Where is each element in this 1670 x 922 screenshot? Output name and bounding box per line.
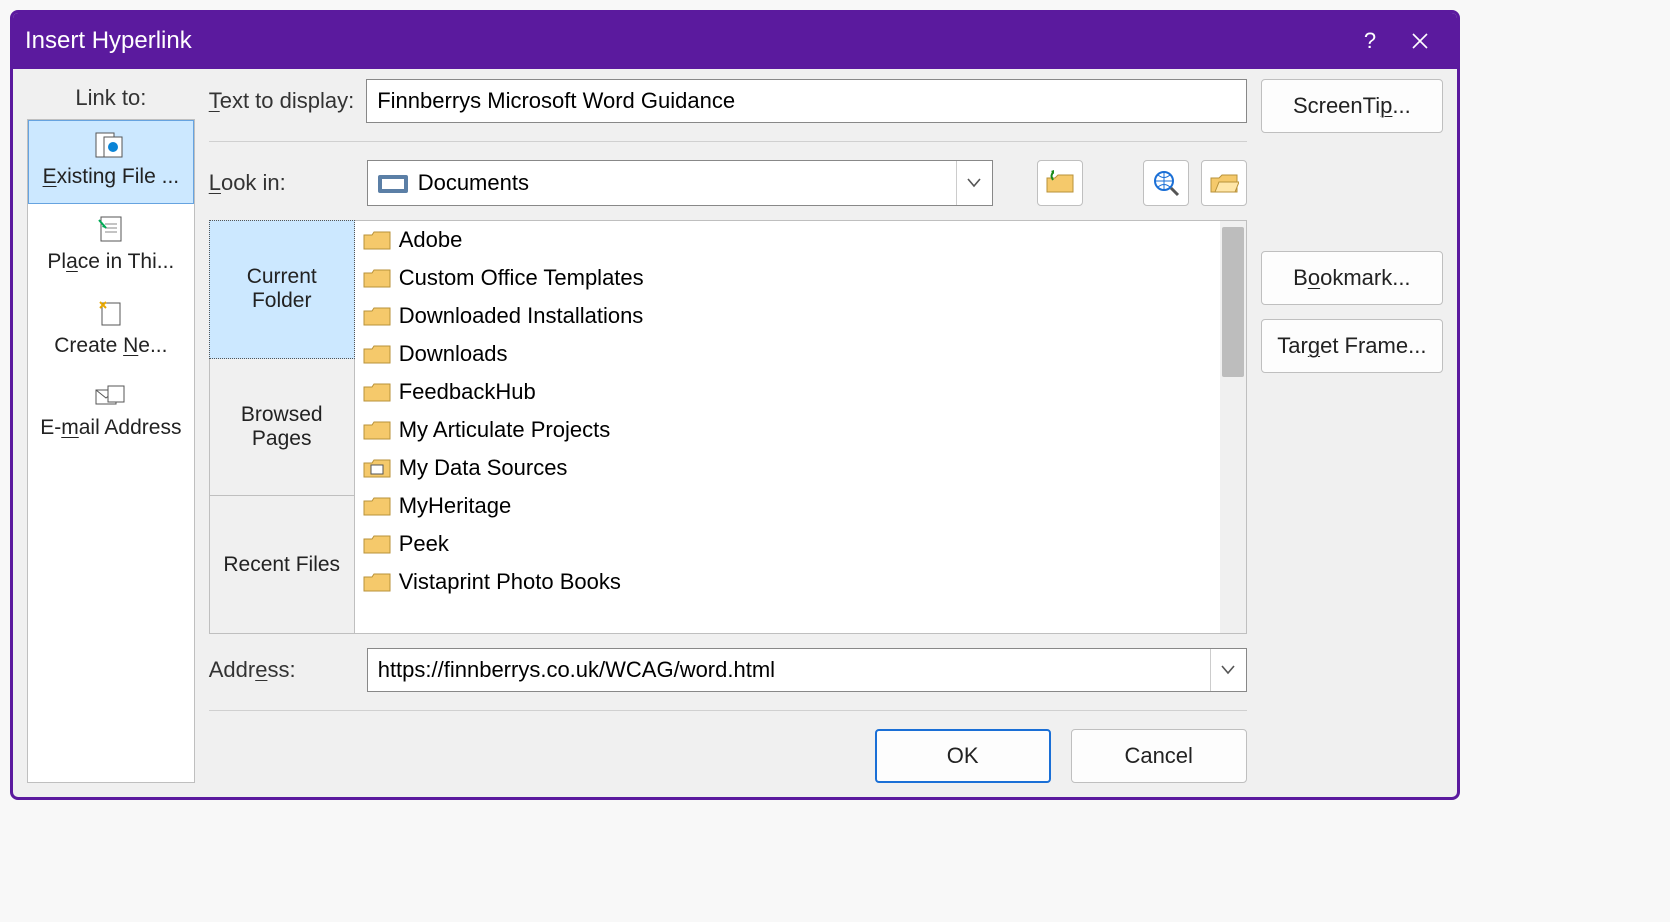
list-item[interactable]: Vistaprint Photo Books xyxy=(355,563,1220,601)
list-item[interactable]: My Data Sources xyxy=(355,449,1220,487)
folder-icon xyxy=(363,229,391,251)
bookmark-button[interactable]: Bookmark... xyxy=(1261,251,1443,305)
close-button[interactable] xyxy=(1395,21,1445,61)
create-new-icon xyxy=(96,298,126,328)
linkto-item-label: Existing File ... xyxy=(43,165,180,189)
linkto-item-label: Create Ne... xyxy=(54,334,167,358)
right-buttons-column: ScreenTip... Bookmark... Target Frame... xyxy=(1261,79,1443,783)
look-in-label: Look in: xyxy=(209,170,355,196)
tab-current-folder[interactable]: Current Folder xyxy=(209,220,355,359)
linkto-create-new[interactable]: Create Ne... xyxy=(28,288,194,372)
web-search-icon xyxy=(1151,168,1181,198)
linkto-item-label: E-mail Address xyxy=(40,416,181,440)
folder-icon xyxy=(363,305,391,327)
linkto-existing-file[interactable]: Existing File ... xyxy=(28,120,194,204)
look-in-dropdown[interactable] xyxy=(956,161,992,205)
folder-icon xyxy=(363,571,391,593)
chevron-down-icon xyxy=(967,178,981,188)
folder-icon xyxy=(363,533,391,555)
linkto-item-label: Place in Thi... xyxy=(47,250,174,274)
list-item[interactable]: Adobe xyxy=(355,221,1220,259)
list-item[interactable]: My Articulate Projects xyxy=(355,411,1220,449)
text-to-display-row: Text to display: xyxy=(209,79,1247,123)
text-to-display-input[interactable] xyxy=(366,79,1246,123)
address-combo[interactable]: https://finnberrys.co.uk/WCAG/word.html xyxy=(367,648,1247,692)
ok-button[interactable]: OK xyxy=(875,729,1051,783)
look-in-combo[interactable]: Documents xyxy=(367,160,993,206)
documents-folder-icon xyxy=(376,169,410,197)
separator xyxy=(209,141,1247,142)
close-icon xyxy=(1411,32,1429,50)
list-item[interactable]: Custom Office Templates xyxy=(355,259,1220,297)
folder-icon xyxy=(363,267,391,289)
address-dropdown[interactable] xyxy=(1210,649,1246,691)
screentip-button[interactable]: ScreenTip... xyxy=(1261,79,1443,133)
folder-icon xyxy=(363,495,391,517)
browse-file-button[interactable] xyxy=(1201,160,1247,206)
list-item[interactable]: Downloads xyxy=(355,335,1220,373)
address-value: https://finnberrys.co.uk/WCAG/word.html xyxy=(368,657,1210,683)
list-item[interactable]: FeedbackHub xyxy=(355,373,1220,411)
link-to-list: Existing File ... Place in Thi... Create… xyxy=(27,119,195,783)
main-column: Text to display: Look in: Documents xyxy=(209,79,1247,783)
file-list-scrollbar[interactable] xyxy=(1220,221,1246,633)
up-one-level-button[interactable] xyxy=(1037,160,1083,206)
folder-icon xyxy=(363,343,391,365)
linkto-email[interactable]: E-mail Address xyxy=(28,372,194,454)
chevron-down-icon xyxy=(1221,665,1235,675)
look-in-row: Look in: Documents xyxy=(209,160,1247,206)
address-row: Address: https://finnberrys.co.uk/WCAG/w… xyxy=(209,648,1247,692)
tab-browsed-pages[interactable]: Browsed Pages xyxy=(209,359,355,497)
file-list[interactable]: Adobe Custom Office Templates Downloaded… xyxy=(355,221,1220,633)
folder-icon xyxy=(363,381,391,403)
insert-hyperlink-dialog: Insert Hyperlink ? Link to: Existing Fil… xyxy=(10,10,1460,800)
folder-icon xyxy=(363,419,391,441)
email-icon xyxy=(94,382,128,410)
dialog-content: Link to: Existing File ... Place in Thi.… xyxy=(13,69,1457,797)
cancel-button[interactable]: Cancel xyxy=(1071,729,1247,783)
linkto-place-in-doc[interactable]: Place in Thi... xyxy=(28,204,194,288)
link-to-label: Link to: xyxy=(27,79,195,119)
help-button[interactable]: ? xyxy=(1345,21,1395,61)
look-in-value: Documents xyxy=(418,170,956,196)
separator xyxy=(209,710,1247,711)
titlebar: Insert Hyperlink ? xyxy=(13,13,1457,69)
folder-up-icon xyxy=(1045,170,1075,196)
list-item[interactable]: Peek xyxy=(355,525,1220,563)
target-frame-button[interactable]: Target Frame... xyxy=(1261,319,1443,373)
list-item[interactable]: Downloaded Installations xyxy=(355,297,1220,335)
file-browser: Current Folder Browsed Pages Recent File… xyxy=(209,220,1247,634)
dialog-buttons: OK Cancel xyxy=(209,729,1247,783)
place-in-doc-icon xyxy=(96,214,126,244)
tab-recent-files[interactable]: Recent Files xyxy=(209,496,355,634)
existing-file-icon xyxy=(94,131,128,159)
browse-web-button[interactable] xyxy=(1143,160,1189,206)
list-item[interactable]: MyHeritage xyxy=(355,487,1220,525)
scrollbar-thumb[interactable] xyxy=(1222,227,1244,377)
data-sources-icon xyxy=(363,457,391,479)
text-to-display-label: Text to display: xyxy=(209,88,355,114)
browse-tabs: Current Folder Browsed Pages Recent File… xyxy=(209,220,355,634)
folder-open-icon xyxy=(1209,170,1239,196)
dialog-title: Insert Hyperlink xyxy=(25,27,1345,55)
address-label: Address: xyxy=(209,657,355,683)
file-list-pane: Adobe Custom Office Templates Downloaded… xyxy=(355,220,1247,634)
link-to-column: Link to: Existing File ... Place in Thi.… xyxy=(27,79,195,783)
